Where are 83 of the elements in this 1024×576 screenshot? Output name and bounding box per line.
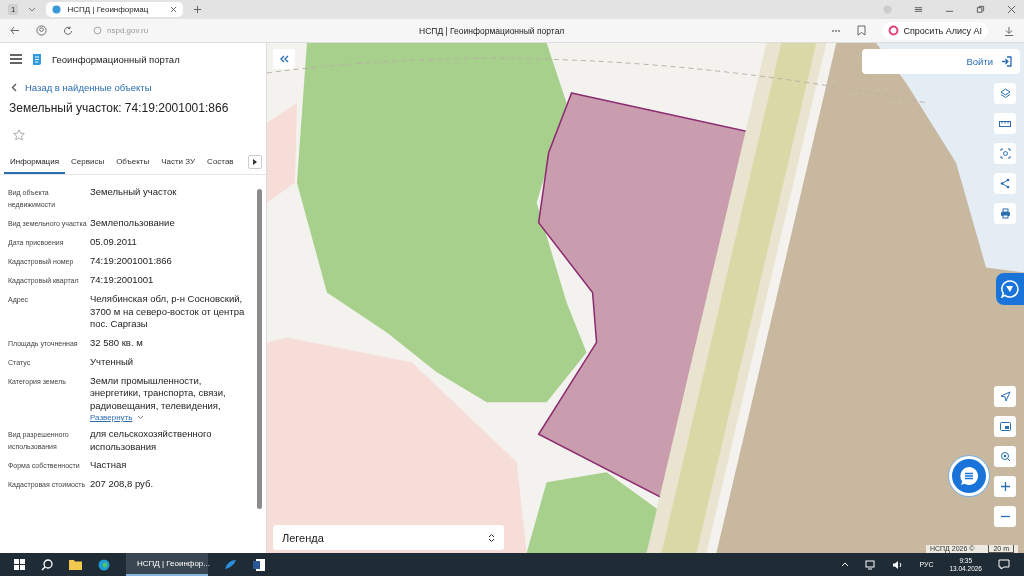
download-icon[interactable] xyxy=(1004,25,1014,36)
assistant-button[interactable] xyxy=(996,273,1024,305)
chevron-down-icon[interactable] xyxy=(28,6,37,13)
tab[interactable]: Части ЗУ xyxy=(155,150,202,174)
speaker-icon[interactable] xyxy=(892,559,904,570)
star-icon[interactable] xyxy=(13,129,25,141)
zoom-in-button[interactable] xyxy=(994,476,1016,497)
geo-search-button[interactable] xyxy=(994,446,1016,467)
field-value: Челябинская обл, р-н Сосновский, 3700 м на северо-восток от центра пос. Саргазы xyxy=(90,293,246,331)
login-button[interactable]: Войти xyxy=(862,49,1020,74)
tab[interactable]: Сервисы xyxy=(65,150,111,174)
layers-icon xyxy=(999,88,1011,99)
menu-icon[interactable] xyxy=(10,54,22,64)
browser-icon[interactable] xyxy=(98,558,110,571)
select-area-icon xyxy=(999,148,1011,159)
field-value: Землепользование xyxy=(90,217,175,230)
reload-icon[interactable] xyxy=(63,25,73,36)
caret-right-icon xyxy=(253,159,257,165)
navigation-arrow-icon xyxy=(999,391,1011,402)
close-icon[interactable] xyxy=(170,6,178,13)
field-value: Частная xyxy=(90,459,127,472)
feather-icon[interactable] xyxy=(224,559,237,570)
document-icon[interactable] xyxy=(253,558,265,571)
sort-icon xyxy=(488,532,495,543)
login-icon xyxy=(1001,56,1012,67)
minimap-button[interactable] xyxy=(994,416,1016,437)
portal-title: Геоинформационный портал xyxy=(52,53,180,65)
chat-bubble-icon xyxy=(1001,280,1019,298)
field-value: 207 208,8 руб. xyxy=(90,478,154,491)
locate-button[interactable] xyxy=(994,386,1016,407)
chevron-down-icon xyxy=(137,415,145,420)
layers-button[interactable] xyxy=(994,83,1016,104)
chevron-up-icon[interactable] xyxy=(841,562,850,567)
field-value: Земельный участок xyxy=(90,186,177,199)
close-icon[interactable] xyxy=(1007,5,1016,14)
notification-icon[interactable] xyxy=(998,559,1010,570)
share-icon xyxy=(1000,178,1010,189)
folder-icon[interactable] xyxy=(69,559,82,570)
target-icon xyxy=(999,451,1011,462)
new-tab-icon[interactable] xyxy=(193,5,203,14)
more-icon[interactable] xyxy=(831,28,842,33)
tab[interactable]: Объекты xyxy=(110,150,156,174)
printer-icon xyxy=(999,208,1011,219)
expand-link[interactable]: Развернуть xyxy=(90,413,145,422)
field-value: 74:19:2001001:866 xyxy=(90,255,172,268)
ruler-icon xyxy=(999,119,1011,128)
restore-icon[interactable] xyxy=(976,5,985,14)
globe-icon xyxy=(52,5,62,14)
field-value: 05.09.2011 xyxy=(90,236,137,249)
select-area-button[interactable] xyxy=(994,143,1016,164)
field-value: 74:19:2001001 xyxy=(90,274,154,287)
field-value: Учтенный xyxy=(90,355,134,368)
ruler-button[interactable] xyxy=(994,113,1016,134)
chat-icon xyxy=(959,466,979,486)
scroll-right-button[interactable] xyxy=(248,155,262,169)
object-heading: Земельный участок: 74:19:2001001:866 xyxy=(9,101,230,115)
share-button[interactable] xyxy=(994,173,1016,194)
double-chevron-left-icon xyxy=(279,55,289,63)
collapse-panel-button[interactable] xyxy=(273,49,295,69)
ring-icon xyxy=(888,25,900,36)
field-value: 32 580 кв. м xyxy=(90,336,143,349)
bookmark-icon[interactable] xyxy=(857,25,867,36)
field-value: для сельскохозяйственного использования xyxy=(90,428,213,453)
back-link[interactable]: Назад в найденные объекты xyxy=(11,82,152,93)
browser-tab[interactable]: НСПД | Геоинформац xyxy=(46,2,184,17)
print-button[interactable] xyxy=(994,203,1016,224)
field-value: Земли промышленности, энергетики, транспорта, связи, радиовещания, телевидения, xyxy=(90,374,227,412)
network-icon[interactable] xyxy=(865,559,877,570)
back-icon[interactable] xyxy=(10,26,20,35)
logo-icon xyxy=(31,52,43,66)
ask-ai-button[interactable]: Спросить Алису AI xyxy=(882,21,988,40)
chevron-left-icon xyxy=(11,83,17,92)
taskbar-app[interactable]: НСПД | Геоинфор... xyxy=(126,553,208,576)
tab[interactable]: Информация xyxy=(4,150,65,174)
menu-icon[interactable] xyxy=(914,5,923,14)
page-title: НСПД | Геоинформационный портал xyxy=(419,25,566,36)
plus-icon xyxy=(1000,482,1010,491)
minimap-icon xyxy=(999,422,1011,431)
tab[interactable]: Состав xyxy=(201,150,240,174)
tab-count[interactable]: 1 xyxy=(8,4,19,15)
windows-start-icon[interactable] xyxy=(14,559,25,570)
search-icon[interactable] xyxy=(41,558,53,571)
legend-dropdown[interactable]: Легенда xyxy=(273,525,504,550)
